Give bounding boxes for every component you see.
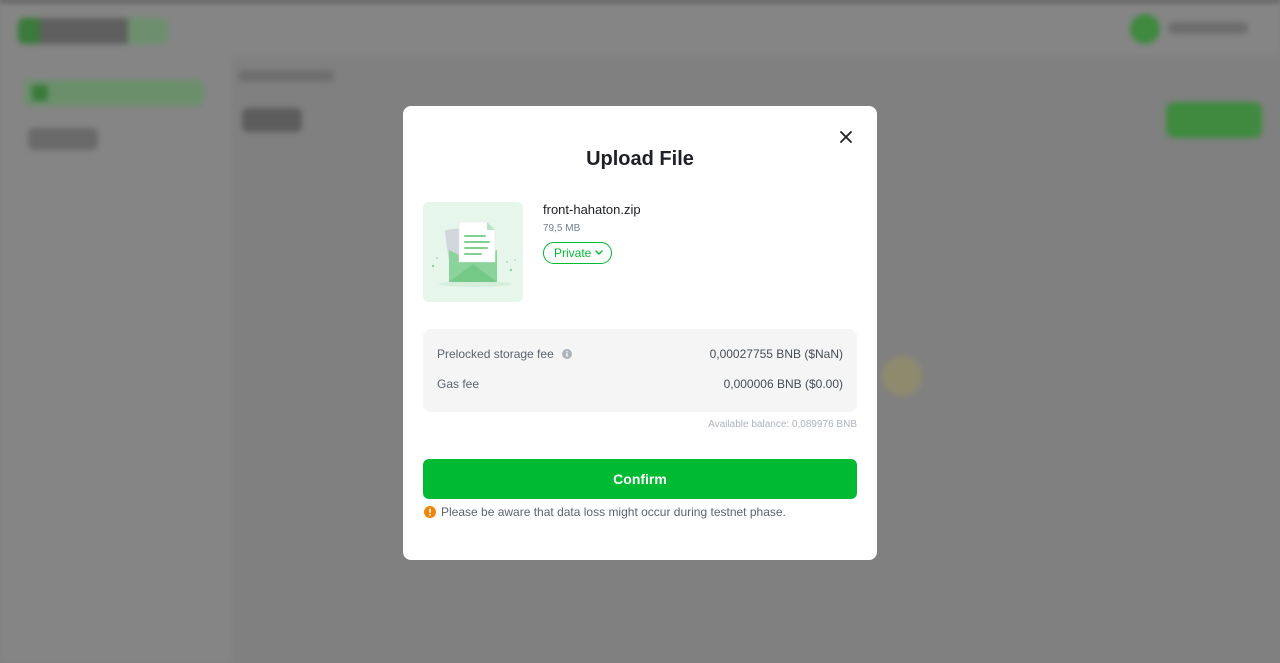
account-label-placeholder: [1168, 22, 1248, 34]
info-icon[interactable]: [561, 349, 572, 359]
sidebar-item: [28, 128, 98, 150]
warning-text: Please be aware that data loss might occ…: [441, 505, 786, 519]
fee-row-gas: Gas fee 0,000006 BNB ($0.00): [437, 377, 843, 391]
envelope-document-icon: [431, 221, 516, 287]
visibility-value: Private: [554, 246, 592, 260]
file-size: 79,5 MB: [543, 223, 581, 234]
confirm-button[interactable]: Confirm: [423, 459, 857, 499]
gas-fee-value: 0,000006 BNB ($0.00): [723, 377, 843, 391]
close-icon: [840, 131, 852, 143]
close-button[interactable]: [835, 126, 857, 148]
visibility-dropdown[interactable]: Private: [543, 242, 613, 264]
breadcrumb: [238, 70, 334, 82]
chevron-down-icon: [595, 250, 604, 255]
fee-row-storage: Prelocked storage fee 0,00027755 BNB ($N…: [437, 347, 843, 361]
fee-summary: Prelocked storage fee 0,00027755 BNB ($N…: [423, 329, 857, 412]
background-primary-button: [1166, 102, 1262, 138]
file-name: front-hahaton.zip: [543, 202, 641, 217]
app-header: [0, 2, 1280, 56]
storage-fee-label: Prelocked storage fee: [437, 347, 554, 361]
background-decoration: [882, 356, 922, 396]
gas-fee-label: Gas fee: [437, 377, 480, 391]
warning-icon: [424, 506, 436, 518]
sidebar-item-active: [24, 80, 204, 106]
testnet-warning: Please be aware that data loss might occ…: [424, 505, 786, 519]
avatar: [1130, 14, 1160, 44]
app-logo: [18, 18, 168, 44]
upload-file-modal: Upload File front-hahaton.zip 79,5 MB Pr…: [403, 106, 877, 560]
file-thumbnail: [423, 202, 523, 302]
storage-fee-value: 0,00027755 BNB ($NaN): [709, 347, 843, 361]
available-balance: Available balance: 0,089976 BNB: [708, 419, 857, 430]
page-title: [242, 108, 302, 132]
modal-title: Upload File: [586, 148, 694, 170]
